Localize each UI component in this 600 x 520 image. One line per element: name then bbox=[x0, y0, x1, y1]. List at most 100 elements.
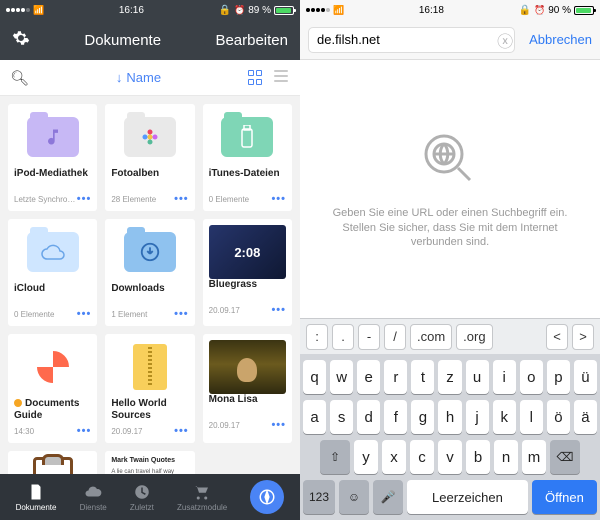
key-q[interactable]: q bbox=[303, 360, 326, 394]
key-ä[interactable]: ä bbox=[574, 400, 597, 434]
file-meta: 1 Element bbox=[111, 310, 147, 319]
file-grid: iPod-MediathekLetzte Synchro…•••Fotoalbe… bbox=[0, 96, 300, 474]
more-button[interactable]: ••• bbox=[174, 425, 189, 437]
key-z[interactable]: z bbox=[438, 360, 461, 394]
more-button[interactable]: ••• bbox=[271, 193, 286, 205]
next-key[interactable]: > bbox=[572, 324, 594, 350]
tab-recent[interactable]: Zuletzt bbox=[130, 483, 154, 512]
accessory-key[interactable]: - bbox=[358, 324, 380, 350]
key-f[interactable]: f bbox=[384, 400, 407, 434]
key-a[interactable]: a bbox=[303, 400, 326, 434]
key-m[interactable]: m bbox=[522, 440, 546, 474]
key-x[interactable]: x bbox=[382, 440, 406, 474]
edit-button[interactable]: Bearbeiten bbox=[215, 32, 288, 49]
alarm-icon: ⏰ bbox=[534, 5, 545, 16]
file-item[interactable]: Downloads1 Element••• bbox=[105, 219, 194, 326]
settings-button[interactable] bbox=[12, 29, 30, 51]
key-y[interactable]: y bbox=[354, 440, 378, 474]
accessory-key[interactable]: . bbox=[332, 324, 354, 350]
more-button[interactable]: ••• bbox=[77, 193, 92, 205]
empty-state: Geben Sie eine URL oder einen Suchbegrif… bbox=[300, 60, 600, 318]
clear-input-button[interactable]: ⓧ bbox=[497, 28, 513, 52]
file-item[interactable]: iCloud0 Elemente••• bbox=[8, 219, 97, 326]
tab-addons[interactable]: Zusatzmodule bbox=[177, 483, 227, 512]
file-meta: 0 Elemente bbox=[209, 195, 249, 204]
key-b[interactable]: b bbox=[466, 440, 490, 474]
image-thumb bbox=[209, 340, 286, 394]
file-item[interactable]: 2:08Bluegrass20.09.17••• bbox=[203, 219, 292, 326]
file-item[interactable]: Mark Twain QuotesA lie can travel half w… bbox=[105, 451, 194, 474]
numbers-key[interactable]: 123 bbox=[303, 480, 335, 514]
lock-icon: 🔒 bbox=[519, 5, 531, 16]
key-t[interactable]: t bbox=[411, 360, 434, 394]
text-thumb: Mark Twain QuotesA lie can travel half w… bbox=[111, 457, 188, 474]
prev-key[interactable]: < bbox=[546, 324, 568, 350]
shift-key[interactable]: ⇧ bbox=[320, 440, 350, 474]
keyboard: qwertzuiopü asdfghjklöä ⇧yxcvbnm⌫ 123☺🎤Leer… bbox=[300, 354, 600, 520]
file-item[interactable]: Fotoalben28 Elemente••• bbox=[105, 104, 194, 211]
nav-bar: Dokumente Bearbeiten bbox=[0, 20, 300, 60]
key-p[interactable]: p bbox=[547, 360, 570, 394]
file-item[interactable]: iTunes-Dateien 0 Elemente ••• bbox=[203, 104, 292, 211]
file-name: iTunes-Dateien bbox=[209, 168, 286, 190]
key-n[interactable]: n bbox=[494, 440, 518, 474]
list-view-button[interactable] bbox=[274, 70, 290, 86]
more-button[interactable]: ••• bbox=[271, 304, 286, 316]
key-k[interactable]: k bbox=[493, 400, 516, 434]
backspace-key[interactable]: ⌫ bbox=[550, 440, 580, 474]
url-input[interactable] bbox=[308, 27, 515, 53]
key-s[interactable]: s bbox=[330, 400, 353, 434]
file-item[interactable]: Documents Guide14:30••• bbox=[8, 334, 97, 443]
file-item[interactable] bbox=[8, 451, 97, 474]
wifi-icon: 📶 bbox=[33, 5, 44, 16]
key-w[interactable]: w bbox=[330, 360, 353, 394]
return-key[interactable]: Öffnen bbox=[532, 480, 597, 514]
more-button[interactable]: ••• bbox=[77, 425, 92, 437]
key-d[interactable]: d bbox=[357, 400, 380, 434]
key-ü[interactable]: ü bbox=[574, 360, 597, 394]
address-bar: ⓧ Abbrechen bbox=[300, 20, 600, 60]
sort-label: Name bbox=[126, 70, 161, 85]
file-meta: 20.09.17 bbox=[111, 427, 142, 436]
more-button[interactable]: ••• bbox=[77, 308, 92, 320]
key-c[interactable]: c bbox=[410, 440, 434, 474]
sort-button[interactable]: ↓ Name bbox=[116, 70, 161, 85]
accessory-key[interactable]: .com bbox=[410, 324, 452, 350]
cancel-button[interactable]: Abbrechen bbox=[529, 32, 592, 47]
file-name: Mona Lisa bbox=[209, 394, 286, 416]
file-name: iCloud bbox=[14, 283, 91, 305]
file-item[interactable]: Mona Lisa 20.09.17 ••• bbox=[203, 334, 292, 443]
file-item[interactable]: iPod-MediathekLetzte Synchro…••• bbox=[8, 104, 97, 211]
space-key[interactable]: Leerzeichen bbox=[407, 480, 528, 514]
key-i[interactable]: i bbox=[493, 360, 516, 394]
key-u[interactable]: u bbox=[466, 360, 489, 394]
key-h[interactable]: h bbox=[438, 400, 461, 434]
key-g[interactable]: g bbox=[411, 400, 434, 434]
file-meta: 20.09.17 bbox=[209, 421, 240, 430]
emoji-key[interactable]: ☺ bbox=[339, 480, 369, 514]
search-button[interactable]: 🔍︎ bbox=[10, 69, 29, 87]
key-j[interactable]: j bbox=[466, 400, 489, 434]
tab-services[interactable]: Dienste bbox=[80, 483, 107, 512]
key-o[interactable]: o bbox=[520, 360, 543, 394]
key-l[interactable]: l bbox=[520, 400, 543, 434]
browser-button[interactable] bbox=[250, 480, 284, 514]
file-item[interactable]: Hello World Sources20.09.17••• bbox=[105, 334, 194, 443]
more-button[interactable]: ••• bbox=[271, 419, 286, 431]
more-button[interactable]: ••• bbox=[174, 308, 189, 320]
accessory-key[interactable]: : bbox=[306, 324, 328, 350]
key-e[interactable]: e bbox=[357, 360, 380, 394]
key-ö[interactable]: ö bbox=[547, 400, 570, 434]
tab-documents[interactable]: Dokumente bbox=[16, 483, 57, 512]
file-name: Documents Guide bbox=[14, 398, 91, 422]
more-button[interactable]: ••• bbox=[174, 193, 189, 205]
battery-icon bbox=[574, 6, 594, 15]
key-r[interactable]: r bbox=[384, 360, 407, 394]
key-v[interactable]: v bbox=[438, 440, 462, 474]
empty-text: Geben Sie eine URL oder einen Suchbegrif… bbox=[324, 206, 576, 251]
accessory-key[interactable]: .org bbox=[456, 324, 492, 350]
accessory-key[interactable]: / bbox=[384, 324, 406, 350]
dictation-key[interactable]: 🎤 bbox=[373, 480, 403, 514]
globe-search-icon bbox=[418, 128, 482, 192]
grid-view-button[interactable] bbox=[248, 70, 264, 86]
